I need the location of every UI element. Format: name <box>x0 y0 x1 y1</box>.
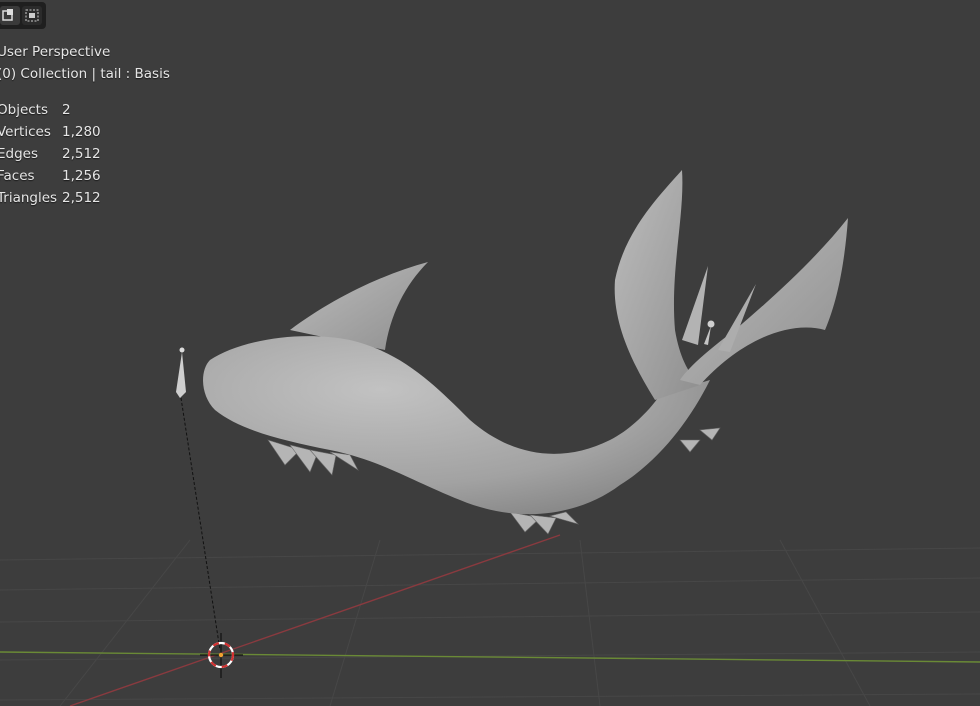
select-mode-icon[interactable] <box>22 6 42 25</box>
collection-line: (0) Collection | tail : Basis <box>0 66 170 82</box>
stat-triangles: Triangles 2,512 <box>0 187 170 209</box>
3d-cursor[interactable] <box>200 633 243 678</box>
select-box-icon[interactable] <box>0 6 20 25</box>
stat-value: 1,280 <box>62 124 101 140</box>
selection-toolbar <box>0 2 46 29</box>
stat-edges: Edges 2,512 <box>0 143 170 165</box>
empty-object[interactable] <box>176 347 186 399</box>
stat-label: Faces <box>0 168 35 184</box>
viewport-info-overlay: User Perspective (0) Collection | tail :… <box>0 41 170 209</box>
stat-label: Objects <box>0 102 49 118</box>
stat-label: Vertices <box>0 124 51 140</box>
tail-mesh[interactable] <box>203 170 848 535</box>
stat-value: 2,512 <box>62 190 101 206</box>
scene-statistics: Objects 2 Vertices 1,280 Edges 2,512 Fac… <box>0 99 170 209</box>
floor-grid <box>0 539 980 706</box>
stat-value: 1,256 <box>62 168 101 184</box>
stat-label: Edges <box>0 146 39 162</box>
stat-faces: Faces 1,256 <box>0 165 170 187</box>
stat-value: 2 <box>62 102 71 118</box>
stat-label: Triangles <box>0 190 58 206</box>
stat-value: 2,512 <box>62 146 101 162</box>
relationship-line <box>180 397 221 651</box>
view-name: User Perspective <box>0 44 111 60</box>
stat-objects: Objects 2 <box>0 99 170 121</box>
stat-vertices: Vertices 1,280 <box>0 121 170 143</box>
